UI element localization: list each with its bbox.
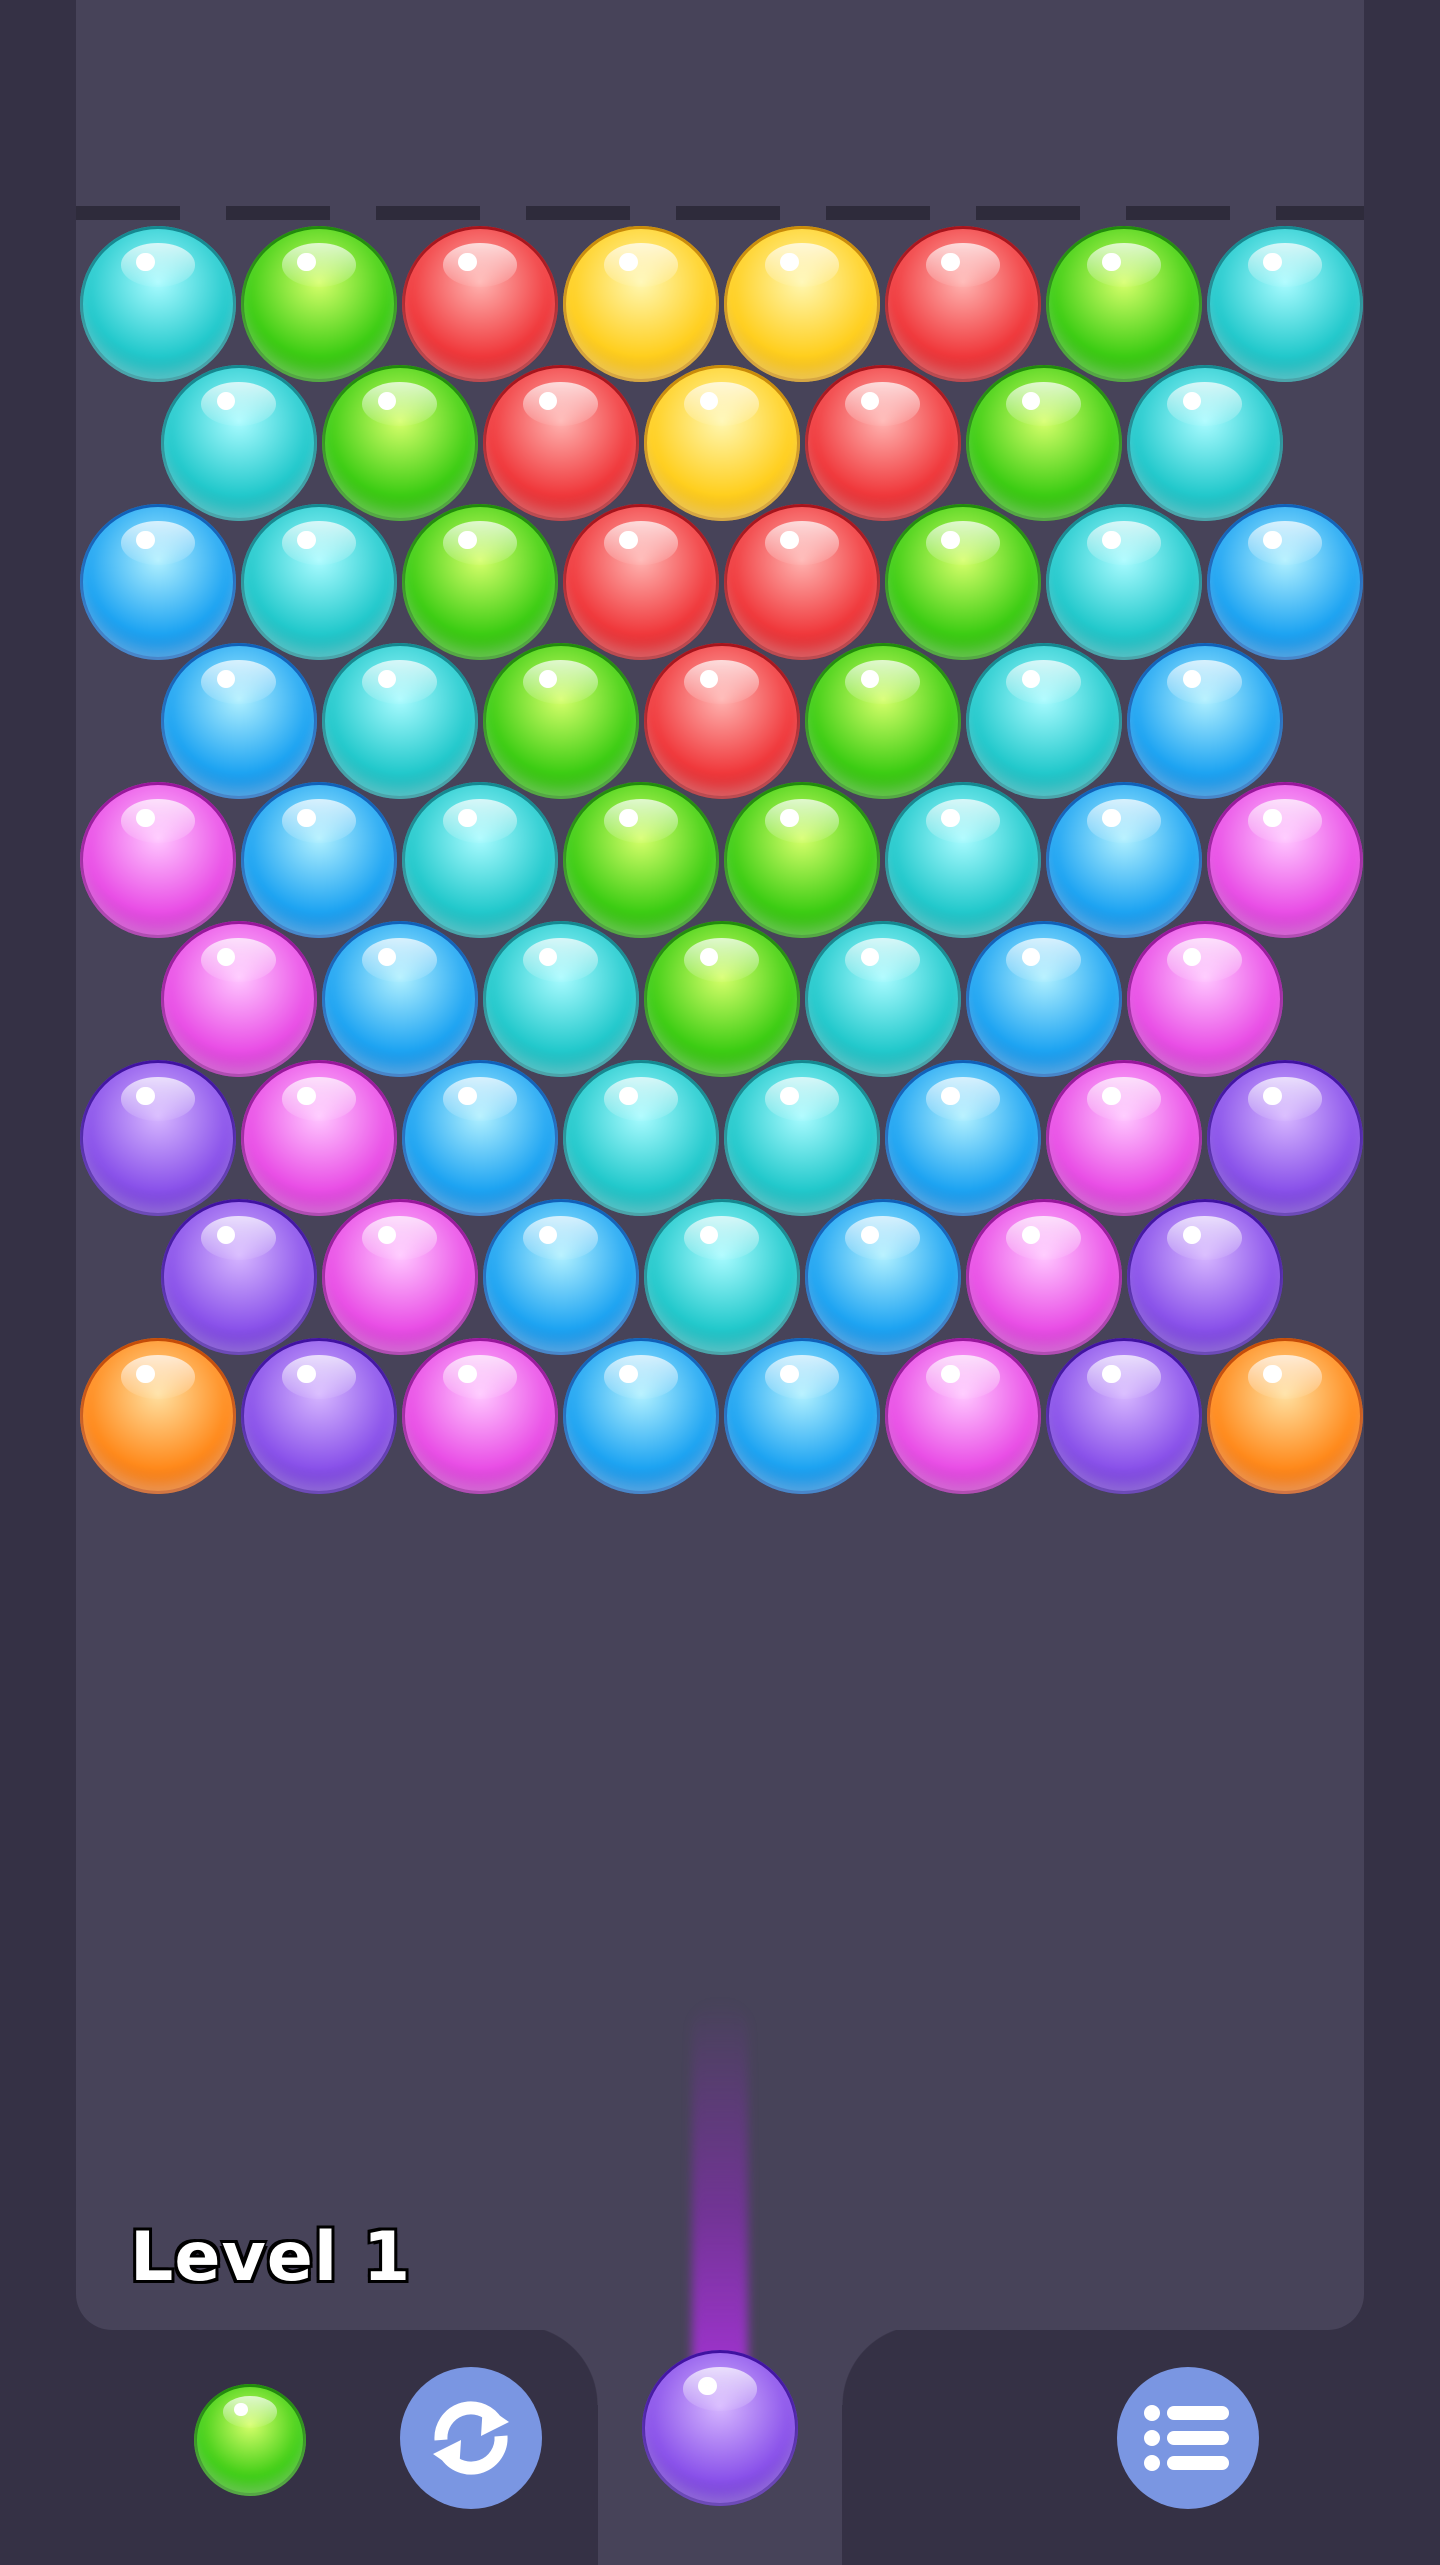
bubble-blue xyxy=(1046,782,1202,938)
bubble-blue xyxy=(482,1199,639,1355)
bubble-cyan xyxy=(402,782,558,938)
bubble-cyan xyxy=(482,921,639,1077)
bubble-red xyxy=(885,226,1041,382)
bubble-yellow xyxy=(563,226,719,382)
bubble-yellow xyxy=(643,365,800,521)
bubble-red xyxy=(724,504,880,660)
bubble-red xyxy=(482,365,639,521)
bubble-blue xyxy=(241,782,397,938)
bubble-cyan xyxy=(160,365,317,521)
bubble-green xyxy=(241,226,397,382)
bubble-red xyxy=(643,643,800,799)
bubble-pink xyxy=(1126,921,1283,1077)
bubble-purple xyxy=(241,1338,397,1494)
bubble-green xyxy=(1046,226,1202,382)
bubble-green xyxy=(482,643,639,799)
bubble-blue xyxy=(563,1338,719,1494)
bubble-pink xyxy=(80,782,236,938)
bubble-blue xyxy=(160,643,317,799)
bubble-blue xyxy=(965,921,1122,1077)
bubble-pink xyxy=(321,1199,478,1355)
menu-list-icon xyxy=(1144,2405,1229,2471)
bubble-pink xyxy=(885,1338,1041,1494)
bubble-blue xyxy=(885,1060,1041,1216)
bubble-blue xyxy=(80,504,236,660)
bubble-green xyxy=(402,504,558,660)
shooter-notch-curve-left xyxy=(518,2325,598,2405)
level-label: Level 1 xyxy=(130,2218,412,2297)
bubble-green xyxy=(321,365,478,521)
bubble-blue xyxy=(1126,643,1283,799)
shooter-bubble[interactable] xyxy=(642,2350,798,2506)
bubble-red xyxy=(563,504,719,660)
bubble-blue xyxy=(724,1338,880,1494)
bubble-green xyxy=(563,782,719,938)
shooter-notch-curve-right xyxy=(842,2325,922,2405)
bubble-pink xyxy=(160,921,317,1077)
bubble-blue xyxy=(1207,504,1363,660)
bubble-pink xyxy=(1046,1060,1202,1216)
bubble-pink xyxy=(965,1199,1122,1355)
bubble-cyan xyxy=(80,226,236,382)
danger-line xyxy=(76,206,1364,220)
bubble-red xyxy=(804,365,961,521)
bubble-blue xyxy=(804,1199,961,1355)
bubble-orange xyxy=(80,1338,236,1494)
bubble-purple xyxy=(1126,1199,1283,1355)
bubble-cyan xyxy=(965,643,1122,799)
bubble-purple xyxy=(1207,1060,1363,1216)
bubble-cyan xyxy=(241,504,397,660)
menu-button[interactable] xyxy=(1117,2367,1259,2509)
bubble-blue xyxy=(402,1060,558,1216)
bubble-green xyxy=(965,365,1122,521)
bubble-purple xyxy=(80,1060,236,1216)
bubble-red xyxy=(402,226,558,382)
bubble-cyan xyxy=(1126,365,1283,521)
bubble-cyan xyxy=(1046,504,1202,660)
bubble-cyan xyxy=(1207,226,1363,382)
bubble-orange xyxy=(1207,1338,1363,1494)
bubble-pink xyxy=(241,1060,397,1216)
bubble-yellow xyxy=(724,226,880,382)
bubble-purple xyxy=(160,1199,317,1355)
next-bubble[interactable] xyxy=(194,2384,306,2496)
bubble-pink xyxy=(1207,782,1363,938)
bubble-cyan xyxy=(643,1199,800,1355)
bubble-purple xyxy=(1046,1338,1202,1494)
bubble-cyan xyxy=(885,782,1041,938)
bubble-blue xyxy=(321,921,478,1077)
bubble-green xyxy=(804,643,961,799)
aim-beam xyxy=(692,2000,748,2390)
bubble-pink xyxy=(402,1338,558,1494)
bubble-cyan xyxy=(563,1060,719,1216)
swap-arrows-icon xyxy=(433,2401,509,2475)
bubble-cyan xyxy=(804,921,961,1077)
bubble-cyan xyxy=(724,1060,880,1216)
bubble-green xyxy=(643,921,800,1077)
bubble-cyan xyxy=(321,643,478,799)
swap-button[interactable] xyxy=(400,2367,542,2509)
bubble-green xyxy=(724,782,880,938)
bubble-green xyxy=(885,504,1041,660)
